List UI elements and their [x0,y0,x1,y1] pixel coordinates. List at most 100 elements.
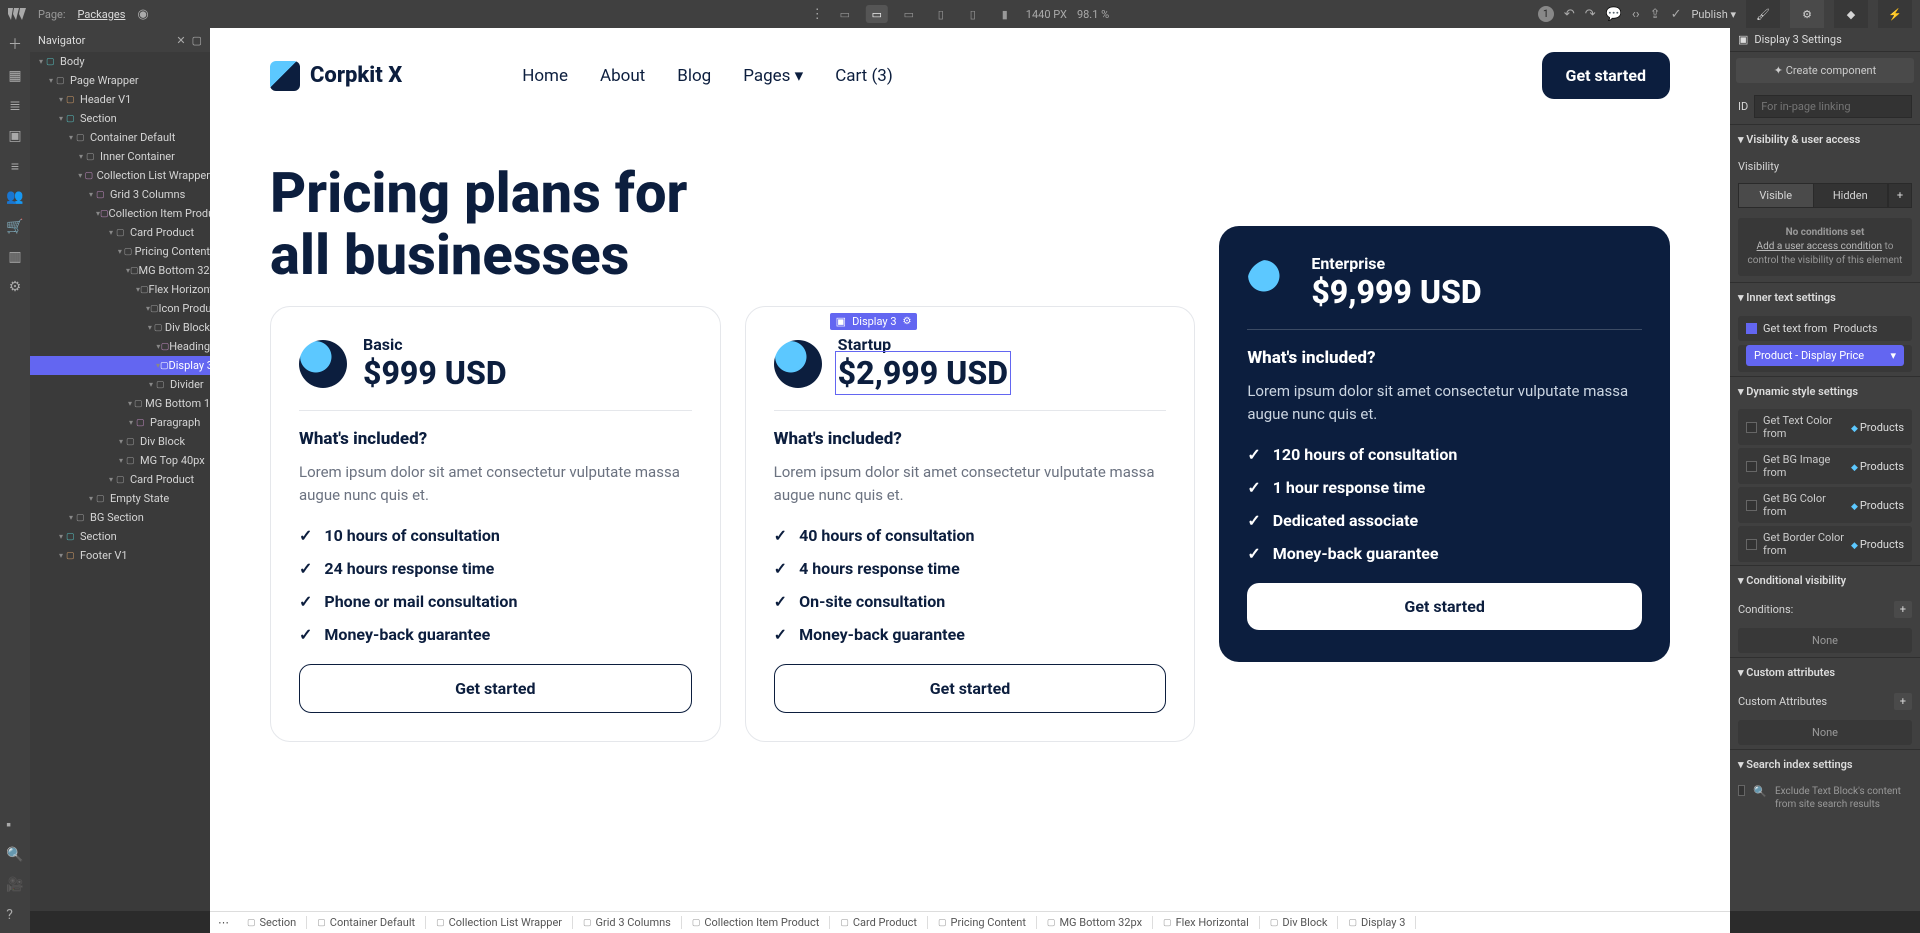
webflow-logo-icon[interactable] [8,8,26,20]
nav-tree-item[interactable]: ▾▢Icon Product [30,299,210,318]
pricing-card-startup[interactable]: ▣ Display 3 ⚙ Startup $2,999 USD What's … [745,306,1196,742]
nav-tree-item[interactable]: ▾▢Pricing Content [30,242,210,261]
device-xl-icon[interactable]: ▭ [834,5,856,23]
more-icon[interactable]: ⋮ [811,7,824,22]
add-attr-button[interactable]: + [1894,693,1912,710]
styleman-tab-icon[interactable]: ◆ [1834,0,1868,28]
nav-tree-item[interactable]: ▾▢Footer V1 [30,546,210,565]
dynamic-style-row[interactable]: Get Text Color fromProducts [1738,409,1912,445]
breadcrumb-item[interactable]: ▢MG Bottom 32px [1037,916,1153,929]
settings-rail-icon[interactable]: ⚙ [9,279,22,295]
nav-tree-item[interactable]: ▾▢Card Product [30,470,210,489]
settings-tab-icon[interactable]: ⚙ [1790,0,1824,28]
nav-tree-item[interactable]: ▾▢Section [30,527,210,546]
device-landscape-icon[interactable]: ▯ [930,5,952,23]
canvas-zoom[interactable]: 98.1 % [1077,8,1109,21]
cms-icon[interactable]: ≡ [11,158,19,175]
notification-badge[interactable]: 1 [1538,6,1554,22]
card-cta-button[interactable]: Get started [299,664,692,713]
gear-icon[interactable]: ⚙ [903,316,912,327]
audit-icon[interactable]: ✓ [1671,7,1682,22]
video-icon[interactable]: 🎥 [6,877,23,893]
dynamic-style-row[interactable]: Get BG Image fromProducts [1738,448,1912,484]
create-component-button[interactable]: ✦ Create component [1736,58,1914,83]
nav-tree-item[interactable]: ▾▢Heading [30,337,210,356]
nav-pages[interactable]: Pages ▾ [743,66,803,86]
breadcrumb-item[interactable]: ▢Display 3 [1338,916,1416,929]
nav-cart[interactable]: Cart (3) [835,66,893,86]
device-tablet-icon[interactable]: ▭ [898,5,920,23]
nav-tree-item[interactable]: ▾▢Div Block [30,318,210,337]
nav-tree-item[interactable]: ▾▢Header V1 [30,90,210,109]
add-visibility-icon[interactable]: + [1888,183,1912,208]
pages-icon[interactable]: ▦ [8,68,21,84]
custom-attr-header[interactable]: ▾ Custom attributes [1730,657,1920,687]
breadcrumb-item[interactable]: ▢Flex Horizontal [1153,916,1260,929]
undo-icon[interactable]: ↶ [1564,7,1575,22]
nav-tree-item[interactable]: ▾▢Display 3 [30,356,210,375]
card-cta-button[interactable]: Get started [774,664,1167,713]
visible-button[interactable]: Visible [1738,183,1813,208]
nav-tree-item[interactable]: ▾▢MG Top 40px [30,451,210,470]
nav-home[interactable]: Home [522,66,568,86]
breadcrumb-item[interactable]: ▢Section [237,916,307,929]
breadcrumb-item[interactable]: ▢Collection Item Product [682,916,831,929]
canvas-width[interactable]: 1440 PX [1026,8,1067,21]
nav-tree-item[interactable]: ▾▢Page Wrapper [30,71,210,90]
dynamic-style-header[interactable]: ▾ Dynamic style settings [1730,376,1920,406]
hidden-button[interactable]: Hidden [1813,183,1889,208]
audit-rail-icon[interactable]: ▪ [6,816,23,833]
dynamic-style-row[interactable]: Get Border Color fromProducts [1738,526,1912,562]
navigator-icon[interactable]: ≣ [9,98,21,114]
field-binding-dropdown[interactable]: Product - Display Price▾ [1746,345,1904,366]
get-text-checkbox[interactable] [1746,323,1757,334]
breadcrumb-item[interactable]: ▢Card Product [830,916,928,929]
exclude-checkbox[interactable] [1738,785,1745,796]
help-icon[interactable]: ? [6,907,23,923]
comments-icon[interactable]: 💬 [1606,7,1622,22]
device-desktop-icon[interactable]: ▭ [866,5,888,23]
nav-about[interactable]: About [600,66,645,86]
breadcrumb-item[interactable]: ▢Grid 3 Columns [573,916,682,929]
selection-pill[interactable]: ▣ Display 3 ⚙ [830,313,918,330]
pricing-card-basic[interactable]: Basic $999 USD What's included? Lorem ip… [270,306,721,742]
conditional-vis-header[interactable]: ▾ Conditional visibility [1730,565,1920,595]
inner-text-header[interactable]: ▾ Inner text settings [1730,282,1920,312]
visibility-header[interactable]: ▾ Visibility & user access [1730,124,1920,154]
breadcrumb-item[interactable]: ▢Container Default [307,916,426,929]
nav-tree-item[interactable]: ▾▢Body [30,52,210,71]
users-icon[interactable]: 👥 [6,189,23,205]
nav-tree-item[interactable]: ▾▢Inner Container [30,147,210,166]
nav-tree-item[interactable]: ▾▢Collection Item Product [30,204,210,223]
interactions-tab-icon[interactable]: ⚡ [1878,0,1912,28]
card-cta-button[interactable]: Get started [1247,583,1642,630]
nav-tree-item[interactable]: ▾▢Container Default [30,128,210,147]
nav-tree-item[interactable]: ▾▢Empty State [30,489,210,508]
breadcrumb-more-icon[interactable]: ⋯ [210,916,237,929]
nav-tree-item[interactable]: ▾▢BG Section [30,508,210,527]
page-name-dropdown[interactable]: Packages [78,8,126,21]
nav-tree-item[interactable]: ▾▢MG Bottom 32px [30,261,210,280]
nav-tree-item[interactable]: ▾▢MG Bottom 1 [30,394,210,413]
add-access-condition-link[interactable]: Add a user access condition [1757,241,1883,252]
nav-tree-item[interactable]: ▾▢Paragraph [30,413,210,432]
add-icon[interactable]: ＋ [8,34,22,54]
nav-tree-item[interactable]: ▾▢Section [30,109,210,128]
nav-tree-item[interactable]: ▾▢Flex Horizontal [30,280,210,299]
designer-canvas[interactable]: Corpkit X Home About Blog Pages ▾ Cart (… [210,28,1730,911]
search-rail-icon[interactable]: 🔍 [6,847,23,863]
collapse-icon[interactable]: ✕ [176,34,185,47]
breadcrumb-item[interactable]: ▢Pricing Content [928,916,1037,929]
style-tab-icon[interactable]: 🖌 [1746,0,1780,28]
products-source[interactable]: Products [1833,322,1877,335]
nav-tree-item[interactable]: ▾▢Card Product [30,223,210,242]
nav-tree-item[interactable]: ▾▢Grid 3 Columns [30,185,210,204]
add-condition-button[interactable]: + [1894,601,1912,618]
device-portrait-icon[interactable]: ▯ [962,5,984,23]
id-input[interactable] [1754,95,1912,118]
search-index-header[interactable]: ▾ Search index settings [1730,749,1920,779]
code-icon[interactable]: ‹› [1632,7,1640,22]
pin-icon[interactable]: ▢ [192,34,202,47]
components-icon[interactable]: ▣ [8,128,21,144]
nav-tree-item[interactable]: ▾▢Divider [30,375,210,394]
